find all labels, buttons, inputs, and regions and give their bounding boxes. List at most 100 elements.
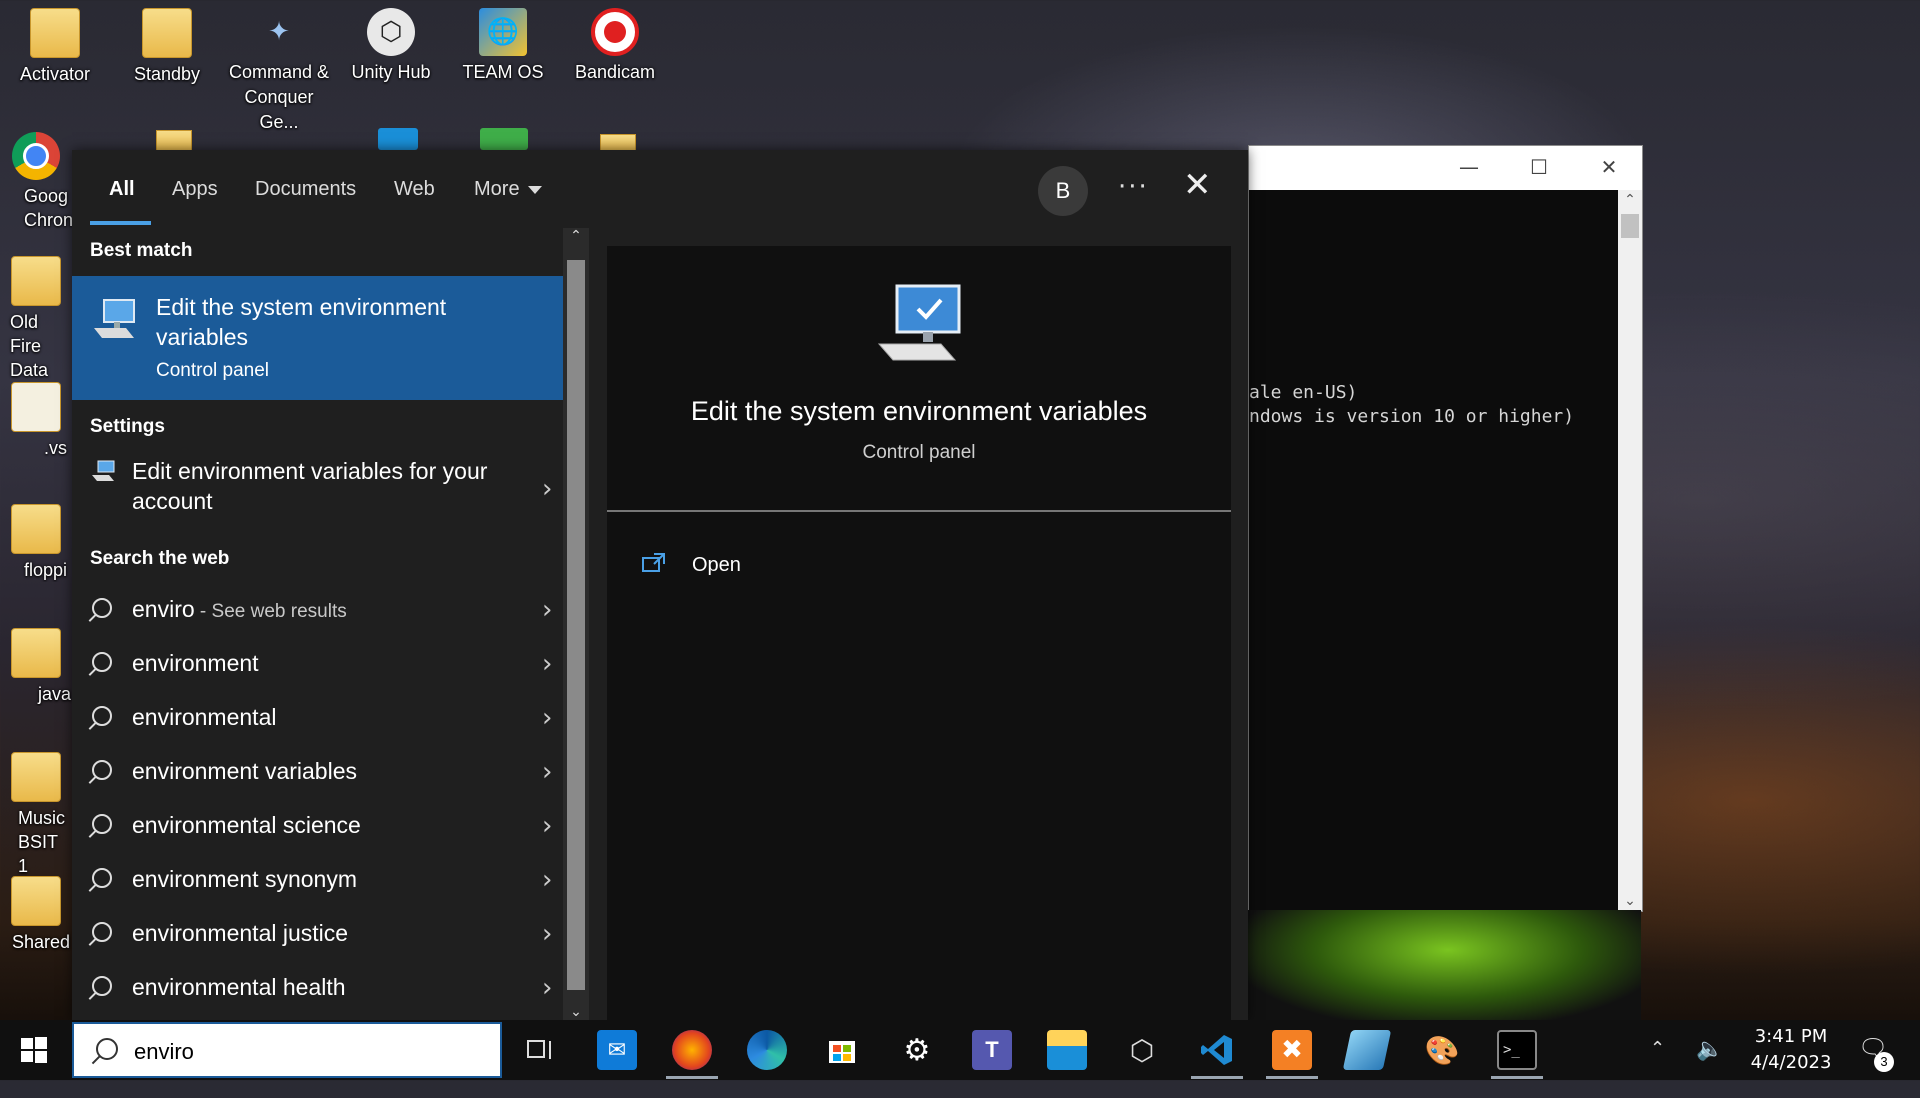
folder-icon — [11, 752, 61, 802]
chrome-icon — [12, 132, 60, 180]
preview-hero: Edit the system environment variables Co… — [607, 246, 1231, 510]
more-options-icon[interactable]: ··· — [1118, 172, 1149, 202]
tab-web[interactable]: Web — [394, 178, 435, 201]
web-result-row[interactable]: environmental science › — [72, 802, 563, 854]
clock-time: 3:41 PM — [1754, 1026, 1828, 1047]
clock-date: 4/4/2023 — [1750, 1052, 1832, 1073]
scroll-thumb[interactable] — [1621, 214, 1639, 238]
close-icon[interactable]: ✕ — [1183, 168, 1212, 202]
vscode-icon[interactable] — [1197, 1030, 1237, 1070]
search-flyout: All Apps Documents Web More B ··· ✕ Best… — [72, 150, 1248, 1020]
running-indicator — [1191, 1076, 1243, 1079]
microsoft-store-icon[interactable] — [822, 1030, 862, 1070]
edge-icon[interactable] — [747, 1030, 787, 1070]
tab-more[interactable]: More — [474, 178, 542, 201]
desktop-icon-bandicam[interactable]: Bandicam — [560, 2, 670, 84]
command-prompt-icon[interactable]: >_ — [1497, 1030, 1537, 1070]
avatar[interactable]: B — [1038, 166, 1088, 216]
chevron-right-icon[interactable]: › — [542, 703, 552, 733]
best-match-result[interactable]: Edit the system environment variables Co… — [72, 276, 563, 400]
divider — [607, 510, 1231, 512]
scroll-down-arrow-icon[interactable]: ⌄ — [563, 1004, 589, 1020]
chevron-right-icon[interactable]: › — [542, 865, 552, 895]
web-result-term: environmental justice — [132, 920, 349, 946]
volume-icon[interactable]: 🔈 — [1696, 1036, 1723, 1096]
desktop-icon-standby[interactable]: Standby — [112, 2, 222, 86]
active-tab-indicator — [90, 221, 151, 225]
settings-gear-icon[interactable]: ⚙ — [897, 1030, 937, 1070]
tab-all[interactable]: All — [109, 178, 135, 201]
desktop-icon-command-conquer[interactable]: ✦ Command & Conquer Ge... — [224, 2, 334, 135]
chevron-right-icon[interactable]: › — [542, 757, 552, 787]
scroll-down-arrow-icon[interactable]: ⌄ — [1618, 893, 1642, 909]
search-icon — [92, 652, 112, 672]
desktop-icon-shared[interactable]: Shared — [0, 870, 72, 954]
web-result-row[interactable]: environmental health › — [72, 964, 563, 1016]
open-label: Open — [692, 554, 741, 576]
system-properties-icon — [90, 460, 116, 486]
console-line: ndows is version 10 or higher) — [1249, 406, 1575, 427]
desktop-icon-activator[interactable]: Activator — [0, 2, 110, 86]
scroll-thumb[interactable] — [567, 260, 585, 990]
file-explorer-icon[interactable] — [1047, 1030, 1087, 1070]
clock[interactable]: 3:41 PM 4/4/2023 — [1736, 1024, 1846, 1076]
search-input[interactable] — [132, 1034, 476, 1070]
xampp-icon[interactable]: ✖ — [1272, 1030, 1312, 1070]
task-view-icon[interactable] — [520, 1030, 560, 1070]
close-button[interactable]: ✕ — [1589, 152, 1629, 182]
desktop-icon-unity-hub[interactable]: ⬡ Unity Hub — [336, 2, 446, 84]
desktop-icon-music-bsit[interactable]: Music BSIT 1 — [0, 746, 72, 878]
search-tabs: All Apps Documents Web More B ··· ✕ — [72, 150, 1248, 225]
folder-icon — [142, 8, 192, 58]
web-result-row[interactable]: enviro - See web results › — [72, 586, 563, 638]
web-result-row[interactable]: environmental › — [72, 694, 563, 746]
web-result-row[interactable]: environmental justice › — [72, 910, 563, 962]
chevron-right-icon[interactable]: › — [542, 595, 552, 625]
windows-start-icon[interactable] — [20, 1036, 48, 1064]
tab-documents[interactable]: Documents — [255, 178, 356, 201]
chevron-right-icon[interactable]: › — [542, 649, 552, 679]
web-result-term: environmental — [132, 704, 277, 730]
console-window[interactable]: — ☐ ✕ ale en-US) ndows is version 10 or … — [1248, 145, 1643, 912]
notepad-icon[interactable] — [1342, 1030, 1392, 1070]
chevron-right-icon[interactable]: › — [542, 973, 552, 1003]
mail-icon[interactable]: ✉ — [597, 1030, 637, 1070]
desktop-icon-old-firefox-data[interactable]: Old Fire Data — [0, 250, 72, 382]
web-result-term: environment variables — [132, 758, 358, 784]
eagle-emblem-icon: ✦ — [268, 17, 290, 47]
desktop-icon-team-os[interactable]: 🌐 TEAM OS — [448, 2, 558, 84]
results-scrollbar[interactable]: ⌃ ⌄ — [563, 228, 589, 1020]
minimize-button[interactable]: — — [1449, 152, 1489, 182]
desktop-icon-floppi[interactable]: floppi — [0, 498, 72, 582]
scroll-up-arrow-icon[interactable]: ⌃ — [1618, 192, 1642, 208]
firefox-icon[interactable] — [672, 1030, 712, 1070]
app-icon — [378, 128, 418, 150]
section-heading-settings: Settings — [90, 416, 165, 437]
maximize-button[interactable]: ☐ — [1519, 152, 1559, 182]
section-heading-search-web: Search the web — [90, 548, 230, 569]
unity-icon[interactable]: ⬡ — [1122, 1030, 1162, 1070]
system-properties-icon — [90, 298, 138, 346]
desktop-icon-java[interactable]: java — [0, 622, 72, 706]
paint-palette-icon[interactable]: 🎨 — [1422, 1030, 1462, 1070]
taskbar: ✉ ⚙ T ⬡ ✖ 🎨 >_ ⌃ 🔈 3:41 PM 4/4/2023 🗨 3 — [0, 1020, 1920, 1080]
folder-icon — [11, 382, 61, 432]
console-scrollbar[interactable]: ⌃ ⌄ — [1618, 190, 1642, 911]
taskbar-search-box[interactable] — [72, 1022, 502, 1078]
web-result-row[interactable]: environment variables › — [72, 748, 563, 800]
teams-icon[interactable]: T — [972, 1030, 1012, 1070]
search-icon — [92, 976, 112, 996]
chevron-right-icon[interactable]: › — [542, 919, 552, 949]
open-action[interactable]: Open — [642, 546, 842, 586]
scroll-up-arrow-icon[interactable]: ⌃ — [563, 228, 589, 244]
console-titlebar[interactable]: — ☐ ✕ — [1249, 146, 1642, 190]
chevron-right-icon[interactable]: › — [542, 474, 552, 504]
chevron-right-icon[interactable]: › — [542, 811, 552, 841]
web-result-row[interactable]: environment synonym › — [72, 856, 563, 908]
settings-result[interactable]: Edit environment variables for your acco… — [72, 456, 563, 530]
desktop-icon-vs[interactable]: .vs — [0, 376, 72, 460]
web-result-row[interactable]: environment › — [72, 640, 563, 692]
desktop-icon-chrome[interactable]: Goog Chron — [0, 126, 72, 232]
show-hidden-icons-chevron-up-icon[interactable]: ⌃ — [1650, 1038, 1665, 1098]
tab-apps[interactable]: Apps — [172, 178, 218, 201]
